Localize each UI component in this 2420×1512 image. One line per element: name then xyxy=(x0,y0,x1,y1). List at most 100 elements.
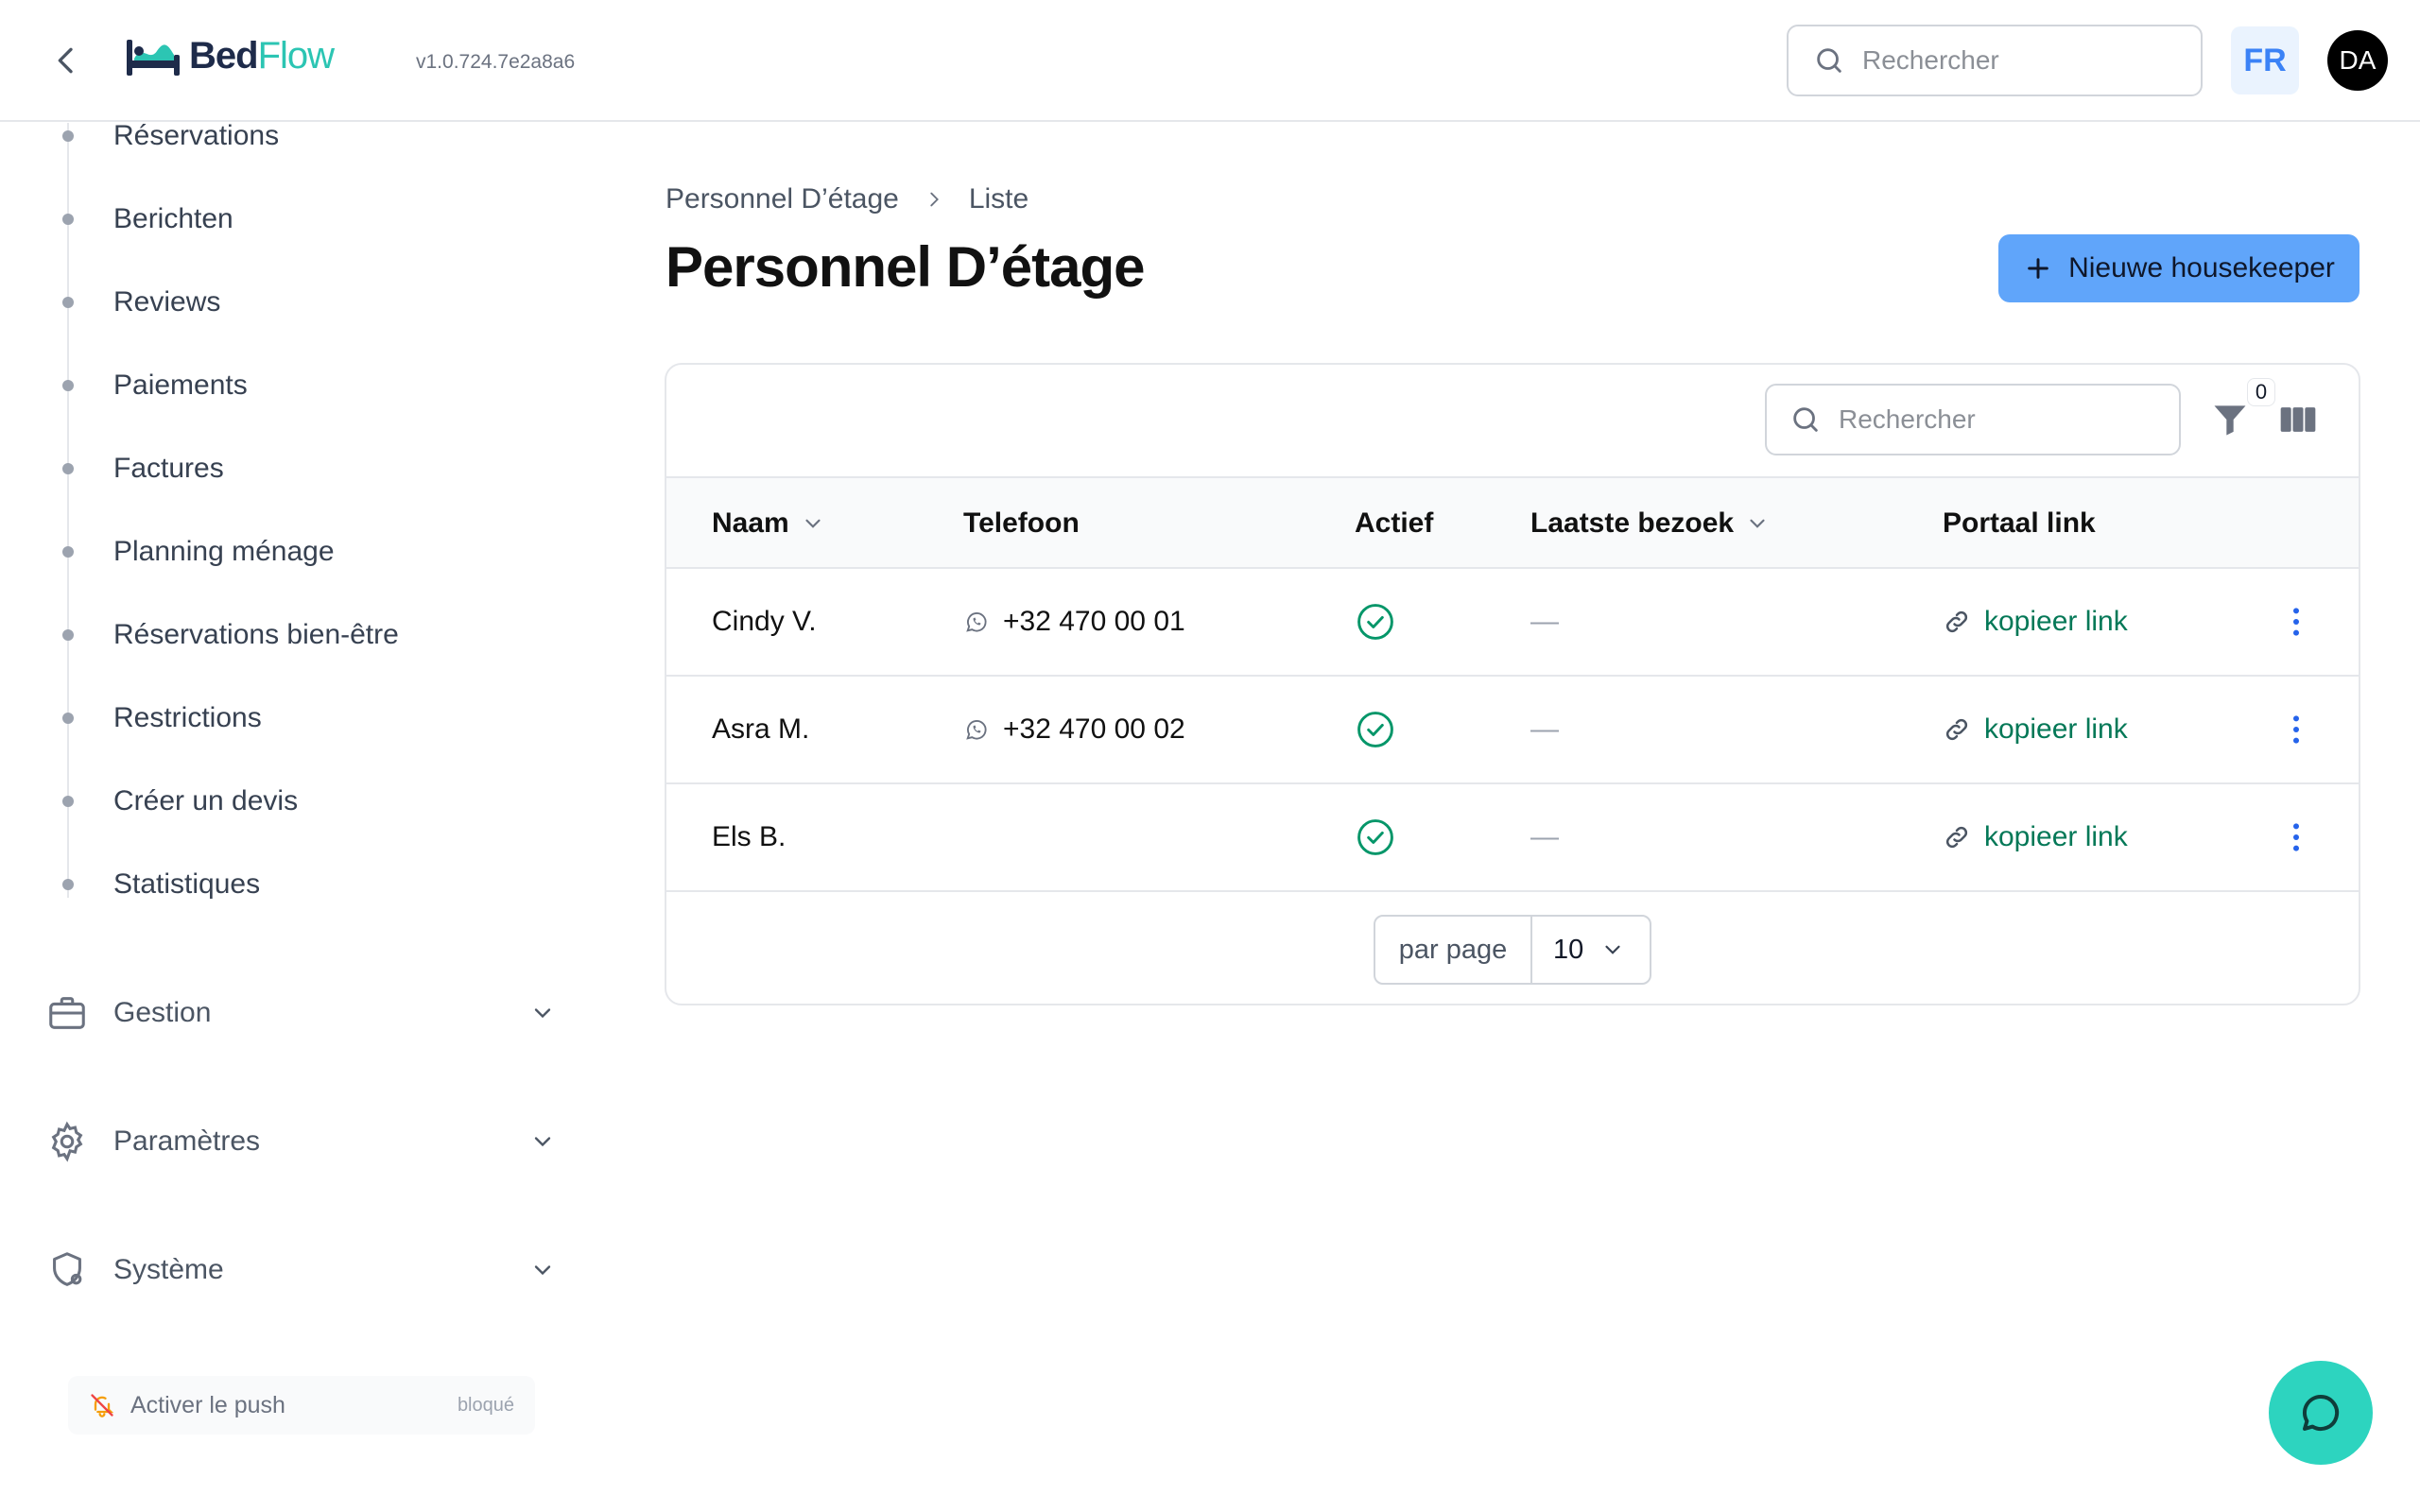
copy-portal-link[interactable]: kopieer link xyxy=(1943,569,2128,675)
cell-phone[interactable]: +32 470 00 01 xyxy=(963,569,1185,675)
row-actions[interactable] xyxy=(2277,784,2315,890)
column-label: Portaal link xyxy=(1943,507,2096,539)
column-header-laatste-bezoek[interactable]: Laatste bezoek xyxy=(1530,478,1770,569)
bullet xyxy=(62,713,74,724)
chevron-down-icon xyxy=(534,1265,551,1276)
row-actions[interactable] xyxy=(2277,677,2315,782)
phone-number: +32 470 00 02 xyxy=(1003,713,1185,745)
table-row[interactable]: Cindy V. +32 470 00 01 — kopieer link xyxy=(666,569,2359,677)
sidebar-group-systeme[interactable]: Système xyxy=(45,1242,556,1298)
bullet xyxy=(62,796,74,807)
bed-logo-icon xyxy=(127,40,180,76)
per-page-dropdown[interactable]: 10 xyxy=(1532,935,1650,966)
copy-link-label: kopieer link xyxy=(1984,821,2128,852)
chat-bubble-icon xyxy=(2302,1394,2340,1431)
columns-icon[interactable] xyxy=(2277,399,2319,440)
search-icon xyxy=(1793,407,1818,432)
sidebar-item-paiements[interactable]: Paiements xyxy=(0,357,567,414)
sort-chevron-icon xyxy=(1750,519,1765,528)
copy-portal-link[interactable]: kopieer link xyxy=(1943,784,2128,890)
new-housekeeper-button[interactable]: Nieuwe housekeeper xyxy=(1998,234,2360,302)
column-header-naam[interactable]: Naam xyxy=(712,478,825,569)
sidebar-item-reservations[interactable]: Réservations xyxy=(0,108,567,164)
bullet xyxy=(62,463,74,474)
top-bar: BedFlow v1.0.724.7e2a8a6 FR DA xyxy=(0,0,2420,122)
logo-flow: Flow xyxy=(257,34,335,77)
page-title: Personnel D’étage xyxy=(666,235,1146,299)
sidebar-item-label: Créer un devis xyxy=(113,785,299,816)
more-vertical-icon xyxy=(2293,715,2299,744)
more-vertical-icon xyxy=(2293,823,2299,851)
gear-icon xyxy=(51,1121,83,1162)
copy-portal-link[interactable]: kopieer link xyxy=(1943,677,2128,782)
breadcrumb-item[interactable]: Personnel D’étage xyxy=(666,183,899,215)
cell-last-visit: — xyxy=(1530,606,1559,637)
sidebar-item-restrictions[interactable]: Restrictions xyxy=(0,690,567,747)
sidebar-item-label: Berichten xyxy=(113,203,233,234)
cell-phone[interactable]: +32 470 00 02 xyxy=(963,677,1185,782)
bell-off-icon xyxy=(91,1394,114,1418)
global-search-input[interactable] xyxy=(1862,45,2165,76)
sidebar-item-creer-devis[interactable]: Créer un devis xyxy=(0,773,567,830)
sidebar-group-parametres[interactable]: Paramètres xyxy=(45,1113,556,1170)
breadcrumb: Personnel D’étage Liste xyxy=(666,183,1028,215)
column-header-telefoon: Telefoon xyxy=(963,478,1080,569)
version-label: v1.0.724.7e2a8a6 xyxy=(416,51,576,73)
table-row[interactable]: Asra M. +32 470 00 02 — kopieer link xyxy=(666,677,2359,784)
sidebar-item-reviews[interactable]: Reviews xyxy=(0,274,567,331)
copy-link-label: kopieer link xyxy=(1984,606,2128,637)
bedflow-logo[interactable]: BedFlow xyxy=(125,34,335,77)
sidebar-item-label: Réservations xyxy=(113,120,280,151)
user-avatar[interactable]: DA xyxy=(2327,30,2388,91)
sort-chevron-icon xyxy=(805,519,821,528)
chevron-down-icon xyxy=(1605,945,1620,954)
check-circle-icon xyxy=(1357,604,1393,640)
push-label: Activer le push xyxy=(130,1391,285,1418)
column-label: Telefoon xyxy=(963,507,1080,539)
cell-name: Asra M. xyxy=(712,713,810,745)
sidebar-item-planning-menage[interactable]: Planning ménage xyxy=(0,524,567,580)
back-arrow-icon[interactable] xyxy=(47,42,85,79)
language-switch[interactable]: FR xyxy=(2231,26,2299,94)
whatsapp-icon xyxy=(966,719,987,740)
row-actions[interactable] xyxy=(2277,569,2315,675)
sidebar-item-label: Restrictions xyxy=(113,702,262,733)
chevron-down-icon xyxy=(534,1008,551,1019)
bullet xyxy=(62,546,74,558)
per-page-select[interactable]: par page 10 xyxy=(1374,915,1651,985)
per-page-value: 10 xyxy=(1553,934,1584,965)
sidebar-group-label: Système xyxy=(113,1254,224,1285)
table-row[interactable]: Els B. — kopieer link xyxy=(666,784,2359,892)
cell-name: Cindy V. xyxy=(712,606,817,637)
phone-number: +32 470 00 01 xyxy=(1003,606,1185,637)
sidebar-item-reservations-bien-etre[interactable]: Réservations bien-être xyxy=(0,607,567,663)
bullet xyxy=(62,629,74,641)
bullet xyxy=(62,879,74,890)
bullet xyxy=(62,214,74,225)
sidebar-item-label: Reviews xyxy=(113,286,221,318)
column-header-actief: Actief xyxy=(1355,478,1433,569)
link-icon xyxy=(1945,826,1968,849)
sidebar-group-label: Paramètres xyxy=(113,1125,261,1157)
column-label: Actief xyxy=(1355,507,1434,539)
chat-button[interactable] xyxy=(2269,1361,2373,1465)
filter-count-badge: 0 xyxy=(2247,378,2275,406)
sidebar-group-gestion[interactable]: Gestion xyxy=(45,985,556,1041)
sidebar-item-label: Planning ménage xyxy=(113,536,335,567)
global-search[interactable] xyxy=(1787,25,2203,96)
table-search[interactable] xyxy=(1765,384,2181,455)
plus-icon xyxy=(2028,258,2048,279)
bullet xyxy=(62,297,74,308)
sidebar-item-berichten[interactable]: Berichten xyxy=(0,191,567,248)
table-search-input[interactable] xyxy=(1839,404,2141,435)
logo-text: BedFlow xyxy=(189,34,335,77)
push-notification-toggle[interactable]: Activer le push bloqué xyxy=(68,1376,535,1435)
link-icon xyxy=(1945,610,1968,633)
sidebar-item-label: Réservations bien-être xyxy=(113,619,399,650)
sidebar-group-label: Gestion xyxy=(113,997,212,1028)
filter-icon[interactable] xyxy=(2209,399,2251,440)
cell-last-visit: — xyxy=(1530,821,1559,852)
sidebar-item-statistiques[interactable]: Statistiques xyxy=(0,856,567,913)
column-header-portaal-link: Portaal link xyxy=(1943,478,2096,569)
sidebar-item-factures[interactable]: Factures xyxy=(0,440,567,497)
